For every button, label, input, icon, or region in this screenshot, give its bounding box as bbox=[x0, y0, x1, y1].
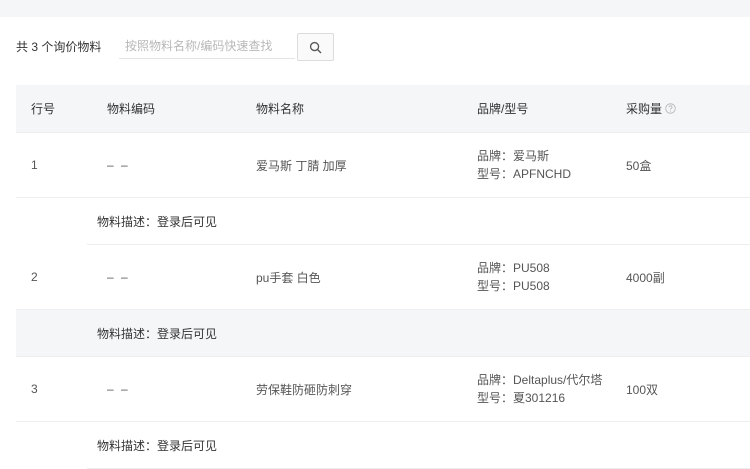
materials-table: 行号 物料编码 物料名称 品牌/型号 采购量 1 – – 爱马斯 丁腈 加厚 品… bbox=[16, 85, 750, 469]
material-code: – – bbox=[107, 270, 130, 284]
search-input[interactable] bbox=[119, 33, 295, 59]
search-icon bbox=[309, 41, 322, 54]
brand-model: 品牌：Deltaplus/代尔塔 型号：夏301216 bbox=[477, 357, 602, 421]
quantity: 100双 bbox=[626, 382, 659, 397]
material-code: – – bbox=[107, 382, 130, 396]
brand-text: 品牌：Deltaplus/代尔塔 bbox=[477, 373, 603, 387]
table-row: 1 – – 爱马斯 丁腈 加厚 品牌：爱马斯 型号：APFNCHD 50盒 bbox=[16, 133, 750, 198]
material-name: 爱马斯 丁腈 加厚 bbox=[256, 158, 347, 173]
material-name: pu手套 白色 bbox=[256, 270, 321, 285]
brand-model: 品牌：爱马斯 型号：APFNCHD bbox=[477, 133, 571, 197]
header-material-code: 物料编码 bbox=[107, 102, 156, 116]
model-text: 型号：PU508 bbox=[477, 279, 550, 293]
top-band bbox=[0, 0, 750, 17]
brand-text: 品牌：爱马斯 bbox=[477, 149, 550, 163]
header-brand-model: 品牌/型号 bbox=[477, 101, 529, 116]
header-material-name: 物料名称 bbox=[256, 102, 305, 116]
brand-text: 品牌：PU508 bbox=[477, 261, 550, 275]
material-description: 物料描述：登录后可见 bbox=[97, 326, 218, 341]
material-description-row: 物料描述：登录后可见 bbox=[87, 198, 750, 245]
material-description: 物料描述：登录后可见 bbox=[97, 438, 218, 453]
table-row: 2 – – pu手套 白色 品牌：PU508 型号：PU508 4000副 bbox=[16, 245, 750, 310]
header-quantity: 采购量 bbox=[626, 85, 676, 132]
material-count-label: 共 3 个询价物料 bbox=[16, 40, 102, 54]
material-description-row: 物料描述：登录后可见 bbox=[87, 422, 750, 469]
help-icon[interactable] bbox=[665, 103, 676, 114]
model-text: 型号：夏301216 bbox=[477, 391, 566, 405]
quantity: 4000副 bbox=[626, 270, 665, 285]
material-description-row: 物料描述：登录后可见 bbox=[16, 310, 750, 357]
header-quantity-label: 采购量 bbox=[626, 102, 663, 116]
row-number: 3 bbox=[31, 382, 38, 396]
search-button[interactable] bbox=[297, 33, 334, 61]
row-number: 1 bbox=[31, 158, 38, 172]
model-text: 型号：APFNCHD bbox=[477, 167, 572, 181]
material-name: 劳保鞋防砸防刺穿 bbox=[256, 382, 353, 397]
quantity: 50盒 bbox=[626, 158, 652, 173]
row-number: 2 bbox=[31, 270, 38, 284]
table-header: 行号 物料编码 物料名称 品牌/型号 采购量 bbox=[16, 85, 750, 133]
table-row: 3 – – 劳保鞋防砸防刺穿 品牌：Deltaplus/代尔塔 型号：夏3012… bbox=[16, 357, 750, 422]
brand-model: 品牌：PU508 型号：PU508 bbox=[477, 245, 550, 309]
material-description: 物料描述：登录后可见 bbox=[97, 214, 218, 229]
header-row-number: 行号 bbox=[31, 102, 56, 116]
material-code: – – bbox=[107, 158, 130, 172]
